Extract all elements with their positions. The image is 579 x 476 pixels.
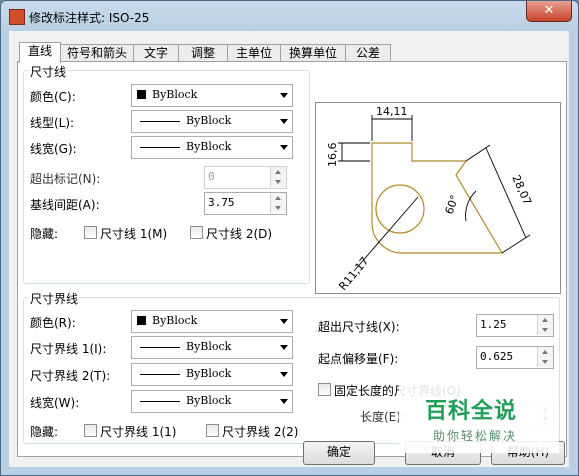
- ext-lineweight-value: ByBlock: [186, 394, 232, 407]
- baseline-spacing-label: 基线间距(A):: [30, 198, 100, 212]
- tab-alternate-units[interactable]: 换算单位: [280, 44, 346, 62]
- spin-down-button[interactable]: [537, 357, 553, 367]
- ext-lineweight-label: 线宽(W):: [30, 396, 80, 410]
- chevron-down-icon: [280, 119, 288, 124]
- color-swatch: [137, 316, 146, 325]
- spin-down-button[interactable]: [537, 325, 553, 335]
- dim-linetype-select[interactable]: ByBlock: [131, 110, 293, 133]
- extend-ticks-stepper[interactable]: 0: [204, 166, 287, 189]
- line-sample: [140, 401, 180, 402]
- spin-down-button[interactable]: [270, 177, 286, 187]
- ext-linetype1-label: 尺寸界线 1(I):: [30, 342, 107, 356]
- origin-offset-label: 起点偏移量(F):: [318, 352, 399, 366]
- line-sample: [140, 147, 180, 148]
- chevron-down-icon: [280, 372, 288, 377]
- close-button[interactable]: ✕: [526, 1, 572, 22]
- baseline-spacing-value: 3.75: [208, 196, 235, 209]
- origin-offset-stepper[interactable]: 0.625: [476, 346, 554, 369]
- color-swatch: [137, 90, 146, 99]
- ext-linetype2-label: 尺寸界线 2(T):: [30, 369, 111, 383]
- dim-color-select[interactable]: ByBlock: [131, 84, 293, 107]
- style-preview: 14,11 16,6 28,07 60° R11,17: [315, 102, 561, 294]
- tab-fit[interactable]: 调整: [178, 44, 228, 62]
- suppress-ext-line-1-label[interactable]: 尺寸界线 1(1): [100, 423, 176, 440]
- dialog-window: 修改标注样式: ISO-25 ✕ 直线 符号和箭头 文字 调整 主单位 换算单位…: [0, 0, 579, 476]
- origin-offset-value: 0.625: [480, 350, 514, 363]
- dim-lineweight-label: 线宽(G):: [30, 142, 77, 156]
- baseline-spacing-stepper[interactable]: 3.75: [204, 192, 287, 215]
- suppress-dim-line-2-checkbox[interactable]: [190, 226, 203, 239]
- chevron-down-icon: [280, 399, 288, 404]
- line-sample: [140, 374, 180, 375]
- line-sample: [140, 121, 180, 122]
- dim-top-label: 14,11: [376, 105, 408, 118]
- dim-radius-label: R11,17: [336, 255, 371, 293]
- dim-linetype-value: ByBlock: [186, 114, 232, 127]
- ok-button[interactable]: 确定: [303, 441, 375, 465]
- line-sample: [140, 347, 180, 348]
- ext-color-label: 颜色(R):: [30, 316, 76, 330]
- ext-color-value: ByBlock: [152, 314, 198, 327]
- dim-lineweight-select[interactable]: ByBlock: [131, 136, 293, 159]
- chevron-down-icon: [280, 145, 288, 150]
- app-icon: [9, 9, 25, 25]
- spin-down-button[interactable]: [270, 203, 286, 213]
- tab-lines[interactable]: 直线: [19, 42, 61, 63]
- ext-lines-title: 尺寸界线: [28, 290, 81, 307]
- chevron-down-icon: [280, 345, 288, 350]
- extend-beyond-label: 超出尺寸线(X):: [318, 320, 400, 334]
- extend-ticks-value: 0: [208, 170, 215, 183]
- suppress-dim-line-2-label[interactable]: 尺寸线 2(D): [206, 225, 272, 242]
- ext-suppress-label: 隐藏:: [30, 425, 59, 439]
- watermark-subtitle: 助你轻松解决: [433, 429, 518, 443]
- suppress-ext-line-2-checkbox[interactable]: [206, 424, 219, 437]
- window-title: 修改标注样式: ISO-25: [29, 11, 150, 25]
- dim-lines-title: 尺寸线: [28, 63, 69, 80]
- ext-linetype1-select[interactable]: ByBlock: [131, 336, 293, 359]
- fixed-length-checkbox[interactable]: [318, 383, 331, 396]
- dim-right-label: 28,07: [509, 173, 534, 207]
- suppress-ext-line-2-label[interactable]: 尺寸界线 2(2): [222, 423, 298, 440]
- tab-tolerances[interactable]: 公差: [345, 44, 391, 62]
- ext-color-select[interactable]: ByBlock: [131, 310, 293, 333]
- extend-beyond-stepper[interactable]: 1.25: [476, 314, 554, 337]
- ext-linetype2-select[interactable]: ByBlock: [131, 363, 293, 386]
- ext-linetype1-value: ByBlock: [186, 340, 232, 353]
- chevron-down-icon: [280, 319, 288, 324]
- dim-suppress-label: 隐藏:: [30, 227, 59, 241]
- dim-left-label: 16,6: [326, 143, 339, 168]
- tab-primary-units[interactable]: 主单位: [227, 44, 281, 62]
- dim-angle-label: 60°: [443, 193, 462, 216]
- dim-linetype-label: 线型(L):: [30, 116, 75, 130]
- part-outline: [371, 142, 504, 254]
- preview-drawing: 14,11 16,6 28,07 60° R11,17: [326, 105, 534, 293]
- tab-text[interactable]: 文字: [133, 44, 179, 62]
- dim-color-value: ByBlock: [152, 88, 198, 101]
- tab-symbols-arrows[interactable]: 符号和箭头: [60, 44, 134, 62]
- extend-ticks-label: 超出标记(N):: [30, 172, 101, 186]
- ext-lineweight-select[interactable]: ByBlock: [131, 390, 293, 413]
- watermark: 百科全说 助你轻松解决: [399, 383, 559, 453]
- watermark-title: 百科全说: [425, 399, 518, 424]
- dim-lineweight-value: ByBlock: [186, 140, 232, 153]
- extend-beyond-value: 1.25: [480, 318, 507, 331]
- dimension-lines: [338, 115, 531, 272]
- suppress-dim-line-1-label[interactable]: 尺寸线 1(M): [100, 225, 167, 242]
- chevron-down-icon: [280, 93, 288, 98]
- title-bar[interactable]: 修改标注样式: ISO-25 ✕: [1, 1, 578, 31]
- dim-color-label: 颜色(C):: [30, 90, 76, 104]
- suppress-dim-line-1-checkbox[interactable]: [84, 226, 97, 239]
- suppress-ext-line-1-checkbox[interactable]: [84, 424, 97, 437]
- ext-linetype2-value: ByBlock: [186, 367, 232, 380]
